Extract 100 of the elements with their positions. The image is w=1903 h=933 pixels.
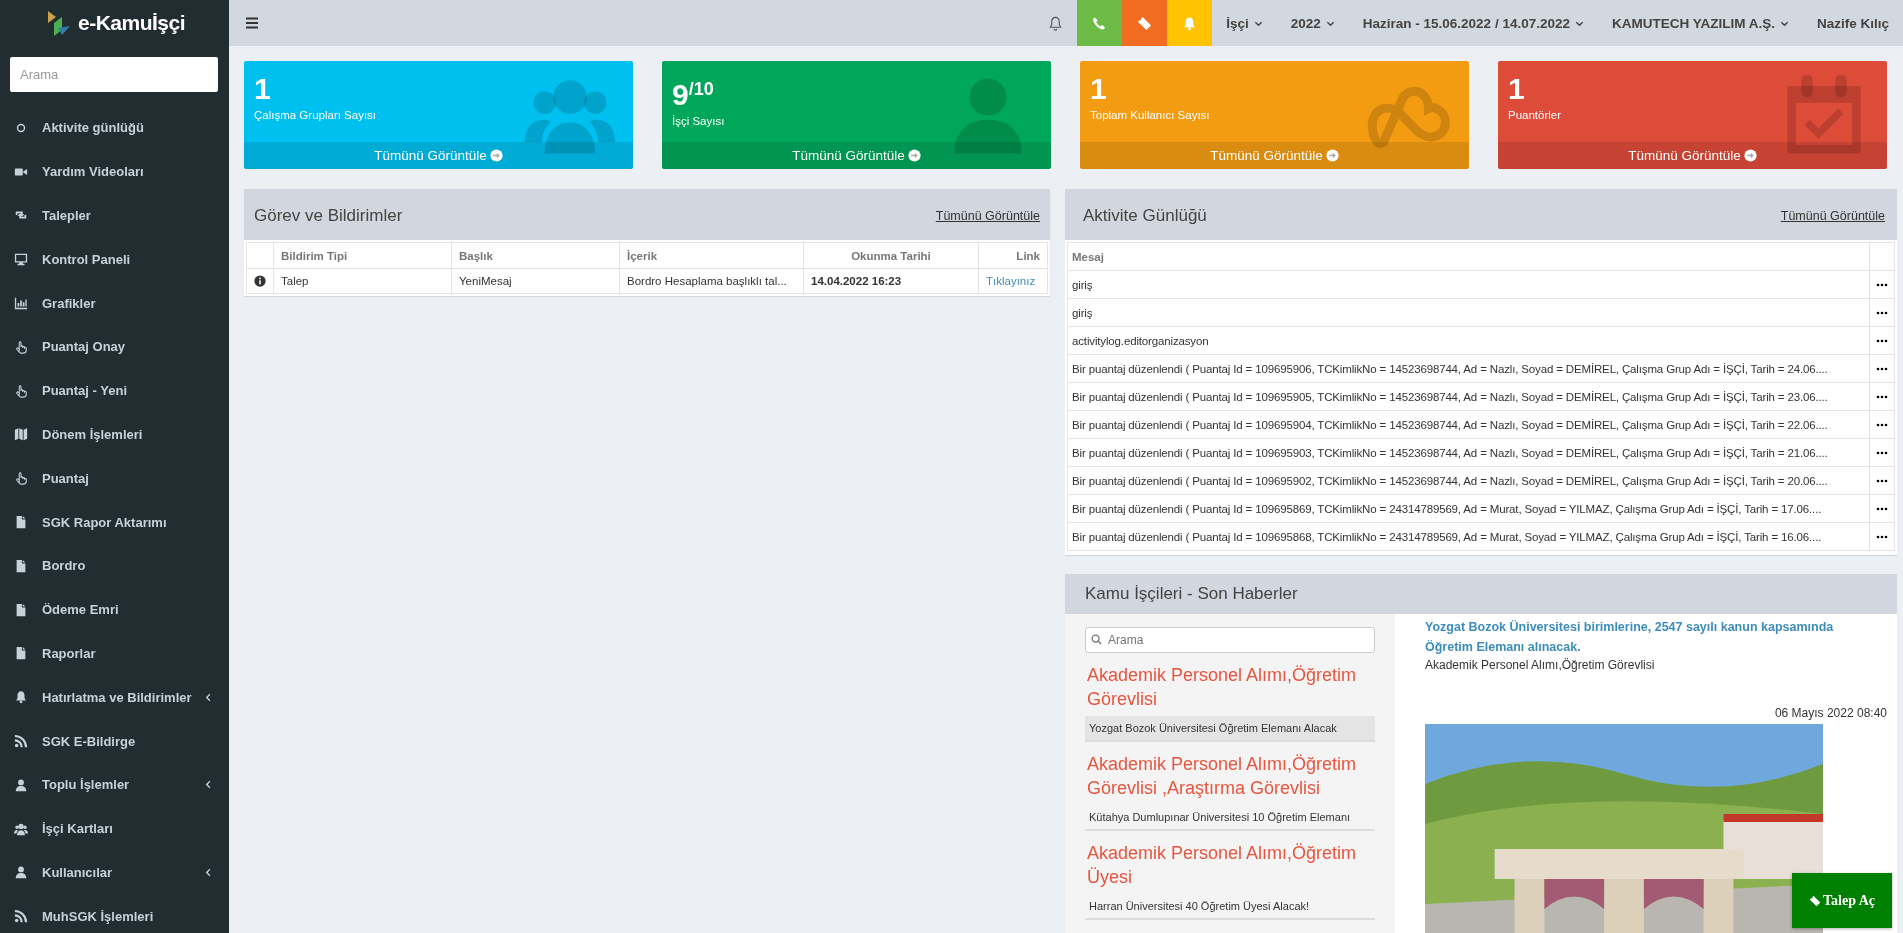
log-message: activitylog.editorganizasyon: [1067, 326, 1870, 355]
sidebar-item[interactable]: Aktivite günlüğü: [0, 106, 229, 150]
sidebar-item[interactable]: Raporlar: [0, 631, 229, 676]
sidebar-item[interactable]: Kullanıcılar: [0, 850, 229, 895]
column-header: İçerik: [619, 242, 804, 269]
log-message: giriş: [1067, 270, 1870, 299]
ticket-icon: [1809, 894, 1821, 907]
log-message: Bir puantaj düzenlendi ( Puantaj Id = 109695869, TCKimlikNo = 24314789569, Ad = Murat, Soyad = YILMAZ, Çalışma Grup Adı = İŞÇİ, Tarih = 17.06....: [1067, 494, 1870, 523]
user-name[interactable]: Nazife Kılıç: [1802, 0, 1903, 46]
more-icon[interactable]: [1876, 339, 1888, 344]
more-icon[interactable]: [1876, 479, 1888, 484]
more-icon[interactable]: [1876, 535, 1888, 540]
stat-label: Toplam Kullanıcı Sayısı: [1090, 109, 1210, 121]
dropdown-menu[interactable]: Haziran - 15.06.2022 / 14.07.2022: [1348, 0, 1598, 46]
sidebar-item[interactable]: SGK Rapor Aktarımı: [0, 500, 229, 544]
log-message: Bir puantaj düzenlendi ( Puantaj Id = 109695905, TCKimlikNo = 14523698744, Ad = Nazlı, Soyad = DEMİREL, Çalışma Grup Adı = İŞÇİ, Tarih = 23.06....: [1067, 382, 1870, 411]
pointing-hand-icon: [14, 383, 28, 398]
panel-title: Görev ve Bildirimler: [254, 205, 403, 226]
dropdown-menu[interactable]: KAMUTECH YAZILIM A.Ş.: [1597, 0, 1803, 46]
sidebar-item[interactable]: Hatırlatma ve Bildirimler: [0, 675, 229, 720]
more-icon[interactable]: [1876, 283, 1888, 288]
users-icon: [14, 821, 28, 836]
column-header: Bildirim Tipi: [273, 242, 452, 269]
log-message: Bir puantaj düzenlendi ( Puantaj Id = 109695903, TCKimlikNo = 14523698744, Ad = Nazlı, Soyad = DEMİREL, Çalışma Grup Adı = İŞÇİ, Tarih = 21.06....: [1067, 438, 1870, 467]
sidebar-item[interactable]: İşçi Kartları: [0, 806, 229, 851]
brand-name: e-Kamuİşçi: [77, 11, 185, 35]
view-all-link[interactable]: Tümünü Görüntüle: [1498, 142, 1887, 169]
panel-title: Kamu İşçileri - Son Haberler: [1085, 584, 1298, 604]
news-category: Akademik Personel Alımı,Öğretim Görevlisi: [1425, 658, 1656, 672]
sidebar-item[interactable]: Puantaj - Yeni: [0, 368, 229, 413]
column-header: Okunma Tarihi: [803, 242, 979, 269]
bell-icon: [14, 690, 28, 705]
open-request-button[interactable]: Talep Aç: [1792, 873, 1892, 928]
user-icon: [14, 777, 28, 792]
sidebar-item[interactable]: Toplu İşlemler: [0, 762, 229, 807]
view-all-link[interactable]: Tümünü Görüntüle: [935, 208, 1040, 223]
sidebar-item[interactable]: Puantaj: [0, 456, 229, 501]
rss-icon: [14, 734, 28, 749]
sidebar-item[interactable]: Puantaj Onay: [0, 325, 229, 369]
menu-icon: [245, 16, 259, 30]
more-icon[interactable]: [1876, 367, 1888, 372]
arrow-circle-icon: [1325, 149, 1339, 162]
stat-value: 9$^{/10}$: [672, 77, 714, 113]
news-headline[interactable]: Yozgat Bozok Üniversitesi birimlerine, 2547 sayılı kanun kapsamında Öğretim Elemanı alınacak.: [1425, 617, 1845, 657]
news-item[interactable]: Kütahya Dumlupınar Üniversitesi 10 Öğretim Elemanı: [1085, 805, 1375, 831]
sidebar-item[interactable]: Grafikler: [0, 281, 229, 325]
map-icon: [14, 427, 28, 442]
sidebar-item[interactable]: Bordro: [0, 543, 229, 588]
news-category: Akademik Personel Alımı,Öğretim Üyesi: [1087, 842, 1358, 889]
dropdown-menu[interactable]: 2022: [1276, 0, 1349, 46]
stat-label: İşçi Sayısı: [672, 115, 725, 127]
bar-chart-icon: [14, 296, 28, 311]
view-all-link[interactable]: Tümünü Görüntüle: [1780, 208, 1885, 223]
stat-value: 1: [254, 71, 271, 107]
table-cell: Talep: [273, 268, 452, 294]
stat-label: Puantörler: [1508, 109, 1562, 121]
search-field[interactable]: Arama: [1085, 627, 1375, 653]
sidebar-item[interactable]: Kontrol Paneli: [0, 237, 229, 282]
rss-icon: [14, 909, 28, 924]
sidebar-item[interactable]: Talepler: [0, 193, 229, 238]
log-message: Bir puantaj düzenlendi ( Puantaj Id = 109695904, TCKimlikNo = 14523698744, Ad = Nazlı, Soyad = DEMİREL, Çalışma Grup Adı = İŞÇİ, Tarih = 22.06....: [1067, 410, 1870, 439]
monitor-icon: [14, 252, 28, 267]
pointing-hand-icon: [14, 471, 28, 486]
sidebar-item[interactable]: Dönem İşlemleri: [0, 412, 229, 457]
user-icon: [14, 865, 28, 880]
more-icon[interactable]: [1876, 395, 1888, 400]
ticket-icon: [1137, 15, 1153, 31]
column-header: Başlık: [451, 242, 620, 269]
bell-icon: [1048, 15, 1064, 31]
document-icon: [14, 646, 28, 661]
sidebar-item[interactable]: Yardım Videoları: [0, 149, 229, 194]
log-message: Bir puantaj düzenlendi ( Puantaj Id = 109695906, TCKimlikNo = 14523698744, Ad = Nazlı, Soyad = DEMİREL, Çalışma Grup Adı = İŞÇİ, Tarih = 24.06....: [1067, 354, 1870, 383]
stat-value: 1: [1508, 71, 1525, 107]
document-icon: [14, 602, 28, 617]
news-item[interactable]: Yozgat Bozok Üniversitesi Öğretim Elemanı Alacak: [1085, 716, 1375, 742]
info-icon: [254, 275, 266, 287]
more-icon[interactable]: [1876, 311, 1888, 316]
pointing-hand-icon: [14, 339, 28, 354]
panel-title: Aktivite Günlüğü: [1083, 205, 1207, 226]
sidebar-item[interactable]: SGK E-Bildirge: [0, 719, 229, 763]
log-message: Bir puantaj düzenlendi ( Puantaj Id = 109695868, TCKimlikNo = 24314789569, Ad = Murat, Soyad = YILMAZ, Çalışma Grup Adı = İŞÇİ, Tarih = 16.06....: [1067, 522, 1870, 551]
search-field[interactable]: Arama: [10, 57, 218, 92]
log-message: Bir puantaj düzenlendi ( Puantaj Id = 109695902, TCKimlikNo = 14523698744, Ad = Nazlı, Soyad = DEMİREL, Çalışma Grup Adı = İŞÇİ, Tarih = 20.06....: [1067, 466, 1870, 495]
sidebar-item[interactable]: Ödeme Emri: [0, 587, 229, 632]
more-icon[interactable]: [1876, 507, 1888, 512]
document-icon: [14, 558, 28, 573]
arrow-circle-icon: [489, 149, 503, 162]
dropdown-menu[interactable]: İşçi: [1212, 0, 1277, 46]
log-message: giriş: [1067, 298, 1870, 327]
more-icon[interactable]: [1876, 423, 1888, 428]
table-cell: 14.04.2022 16:23: [803, 268, 979, 294]
column-header: Link: [978, 242, 1048, 269]
ticket-button[interactable]: [1122, 0, 1168, 46]
arrow-circle-icon: [1743, 149, 1757, 162]
stat-value: 1: [1090, 71, 1107, 107]
news-category: Akademik Personel Alımı,Öğretim Görevlisi: [1087, 664, 1358, 711]
sidebar-item[interactable]: MuhSGK İşlemleri: [0, 894, 229, 933]
arrow-circle-icon: [907, 149, 921, 162]
news-item[interactable]: Harran Üniversitesi 40 Öğretim Üyesi Alacak!: [1085, 894, 1375, 920]
more-icon[interactable]: [1876, 451, 1888, 456]
